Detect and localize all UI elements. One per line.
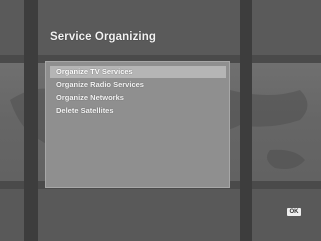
left-divider	[24, 0, 38, 241]
footer-band	[0, 188, 321, 241]
menu-item-organize-networks[interactable]: Organize Networks	[50, 92, 226, 104]
right-divider	[240, 0, 252, 241]
tv-menu-screen: Service Organizing Organize TV Services …	[0, 0, 321, 241]
page-title: Service Organizing	[50, 31, 156, 43]
menu-item-organize-radio-services[interactable]: Organize Radio Services	[50, 79, 226, 91]
ok-key-icon[interactable]: OK	[287, 208, 301, 216]
menu-panel: Organize TV Services Organize Radio Serv…	[45, 61, 230, 188]
header-band	[0, 0, 321, 63]
menu-item-delete-satellites[interactable]: Delete Satellites	[50, 105, 226, 117]
menu-item-organize-tv-services[interactable]: Organize TV Services	[50, 66, 226, 78]
